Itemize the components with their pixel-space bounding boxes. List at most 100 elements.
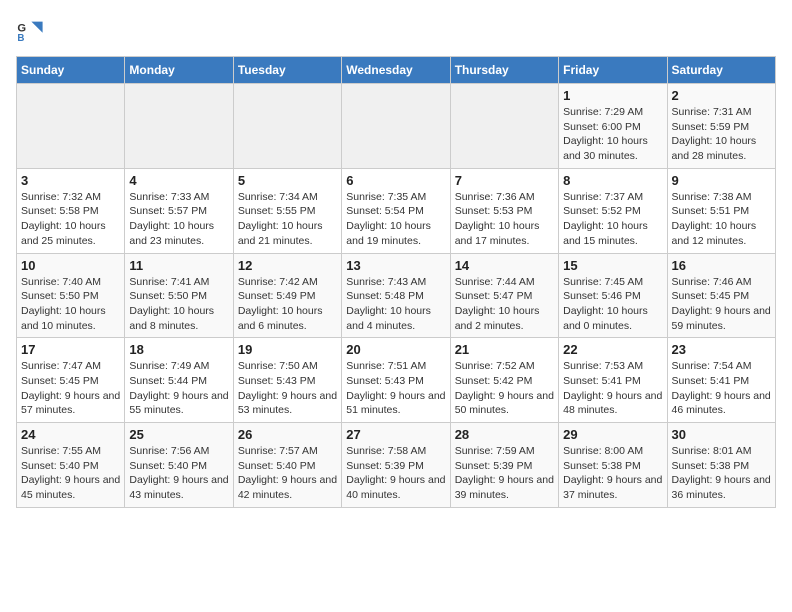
day-number: 20	[346, 342, 445, 357]
logo: G B	[16, 16, 48, 44]
day-number: 16	[672, 258, 771, 273]
calendar-cell: 24 Sunrise: 7:55 AM Sunset: 5:40 PM Dayli…	[17, 423, 125, 508]
calendar-cell: 19Sunrise: 7:50 AM Sunset: 5:43 PM Dayli…	[233, 338, 341, 423]
calendar-week-row: 1Sunrise: 7:29 AM Sunset: 6:00 PM Daylig…	[17, 84, 776, 169]
logo-icon: G B	[16, 16, 44, 44]
day-info: Sunrise: 7:57 AM Sunset: 5:40 PM Dayligh…	[238, 444, 337, 503]
day-number: 15	[563, 258, 662, 273]
day-info: Sunrise: 7:54 AM Sunset: 5:41 PM Dayligh…	[672, 359, 771, 418]
day-number: 7	[455, 173, 554, 188]
day-info: Sunrise: 7:34 AM Sunset: 5:55 PM Dayligh…	[238, 190, 337, 249]
column-header-saturday: Saturday	[667, 57, 775, 84]
day-info: Sunrise: 7:46 AM Sunset: 5:45 PM Dayligh…	[672, 275, 771, 334]
day-number: 29	[563, 427, 662, 442]
calendar-cell: 17Sunrise: 7:47 AM Sunset: 5:45 PM Dayli…	[17, 338, 125, 423]
day-number: 5	[238, 173, 337, 188]
calendar-cell: 5 Sunrise: 7:34 AM Sunset: 5:55 PM Daylig…	[233, 168, 341, 253]
calendar-cell: 22 Sunrise: 7:53 AM Sunset: 5:41 PM Dayli…	[559, 338, 667, 423]
calendar-cell: 11 Sunrise: 7:41 AM Sunset: 5:50 PM Dayli…	[125, 253, 233, 338]
day-number: 30	[672, 427, 771, 442]
day-number: 4	[129, 173, 228, 188]
day-info: Sunrise: 7:32 AM Sunset: 5:58 PM Dayligh…	[21, 190, 120, 249]
day-number: 6	[346, 173, 445, 188]
calendar-cell: 29 Sunrise: 8:00 AM Sunset: 5:38 PM Dayli…	[559, 423, 667, 508]
calendar-cell: 13 Sunrise: 7:43 AM Sunset: 5:48 PM Dayli…	[342, 253, 450, 338]
day-number: 2	[672, 88, 771, 103]
calendar-cell: 20 Sunrise: 7:51 AM Sunset: 5:43 PM Dayli…	[342, 338, 450, 423]
day-info: Sunrise: 8:00 AM Sunset: 5:38 PM Dayligh…	[563, 444, 662, 503]
day-number: 26	[238, 427, 337, 442]
day-info: Sunrise: 7:52 AM Sunset: 5:42 PM Dayligh…	[455, 359, 554, 418]
calendar-cell	[342, 84, 450, 169]
day-info: Sunrise: 7:53 AM Sunset: 5:41 PM Dayligh…	[563, 359, 662, 418]
calendar-cell: 16 Sunrise: 7:46 AM Sunset: 5:45 PM Dayli…	[667, 253, 775, 338]
day-number: 13	[346, 258, 445, 273]
calendar-cell: 2 Sunrise: 7:31 AM Sunset: 5:59 PM Daylig…	[667, 84, 775, 169]
day-info: Sunrise: 7:38 AM Sunset: 5:51 PM Dayligh…	[672, 190, 771, 249]
calendar-cell: 10Sunrise: 7:40 AM Sunset: 5:50 PM Dayli…	[17, 253, 125, 338]
day-number: 22	[563, 342, 662, 357]
day-number: 27	[346, 427, 445, 442]
calendar-cell: 3 Sunrise: 7:32 AM Sunset: 5:58 PM Daylig…	[17, 168, 125, 253]
column-header-tuesday: Tuesday	[233, 57, 341, 84]
column-header-thursday: Thursday	[450, 57, 558, 84]
column-header-sunday: Sunday	[17, 57, 125, 84]
calendar-week-row: 17Sunrise: 7:47 AM Sunset: 5:45 PM Dayli…	[17, 338, 776, 423]
day-info: Sunrise: 7:44 AM Sunset: 5:47 PM Dayligh…	[455, 275, 554, 334]
day-info: Sunrise: 7:37 AM Sunset: 5:52 PM Dayligh…	[563, 190, 662, 249]
calendar-cell: 15 Sunrise: 7:45 AM Sunset: 5:46 PM Dayli…	[559, 253, 667, 338]
day-number: 8	[563, 173, 662, 188]
day-info: Sunrise: 7:36 AM Sunset: 5:53 PM Dayligh…	[455, 190, 554, 249]
day-number: 25	[129, 427, 228, 442]
day-info: Sunrise: 7:47 AM Sunset: 5:45 PM Dayligh…	[21, 359, 120, 418]
day-number: 10	[21, 258, 120, 273]
calendar-week-row: 3 Sunrise: 7:32 AM Sunset: 5:58 PM Daylig…	[17, 168, 776, 253]
calendar-cell: 14Sunrise: 7:44 AM Sunset: 5:47 PM Dayli…	[450, 253, 558, 338]
day-number: 19	[238, 342, 337, 357]
calendar-cell: 4 Sunrise: 7:33 AM Sunset: 5:57 PM Daylig…	[125, 168, 233, 253]
column-header-friday: Friday	[559, 57, 667, 84]
calendar-cell: 8 Sunrise: 7:37 AM Sunset: 5:52 PM Daylig…	[559, 168, 667, 253]
day-number: 1	[563, 88, 662, 103]
day-info: Sunrise: 7:56 AM Sunset: 5:40 PM Dayligh…	[129, 444, 228, 503]
day-info: Sunrise: 7:49 AM Sunset: 5:44 PM Dayligh…	[129, 359, 228, 418]
calendar-cell: 1Sunrise: 7:29 AM Sunset: 6:00 PM Daylig…	[559, 84, 667, 169]
calendar-cell: 6 Sunrise: 7:35 AM Sunset: 5:54 PM Daylig…	[342, 168, 450, 253]
calendar-cell: 25 Sunrise: 7:56 AM Sunset: 5:40 PM Dayli…	[125, 423, 233, 508]
column-header-wednesday: Wednesday	[342, 57, 450, 84]
calendar-cell: 7 Sunrise: 7:36 AM Sunset: 5:53 PM Daylig…	[450, 168, 558, 253]
day-number: 9	[672, 173, 771, 188]
calendar-cell: 9 Sunrise: 7:38 AM Sunset: 5:51 PM Daylig…	[667, 168, 775, 253]
calendar-cell	[450, 84, 558, 169]
calendar-cell: 23Sunrise: 7:54 AM Sunset: 5:41 PM Dayli…	[667, 338, 775, 423]
day-info: Sunrise: 7:58 AM Sunset: 5:39 PM Dayligh…	[346, 444, 445, 503]
day-info: Sunrise: 7:59 AM Sunset: 5:39 PM Dayligh…	[455, 444, 554, 503]
day-info: Sunrise: 7:45 AM Sunset: 5:46 PM Dayligh…	[563, 275, 662, 334]
day-info: Sunrise: 7:43 AM Sunset: 5:48 PM Dayligh…	[346, 275, 445, 334]
day-info: Sunrise: 7:42 AM Sunset: 5:49 PM Dayligh…	[238, 275, 337, 334]
day-number: 3	[21, 173, 120, 188]
svg-text:B: B	[17, 33, 24, 44]
calendar-cell: 18 Sunrise: 7:49 AM Sunset: 5:44 PM Dayli…	[125, 338, 233, 423]
calendar-cell: 28Sunrise: 7:59 AM Sunset: 5:39 PM Dayli…	[450, 423, 558, 508]
calendar-cell: 12 Sunrise: 7:42 AM Sunset: 5:49 PM Dayli…	[233, 253, 341, 338]
calendar-cell	[233, 84, 341, 169]
calendar-cell: 30 Sunrise: 8:01 AM Sunset: 5:38 PM Dayli…	[667, 423, 775, 508]
day-info: Sunrise: 7:41 AM Sunset: 5:50 PM Dayligh…	[129, 275, 228, 334]
day-number: 12	[238, 258, 337, 273]
day-info: Sunrise: 7:35 AM Sunset: 5:54 PM Dayligh…	[346, 190, 445, 249]
day-info: Sunrise: 7:31 AM Sunset: 5:59 PM Dayligh…	[672, 105, 771, 164]
day-number: 21	[455, 342, 554, 357]
day-info: Sunrise: 7:51 AM Sunset: 5:43 PM Dayligh…	[346, 359, 445, 418]
page-header: G B	[16, 16, 776, 44]
day-number: 24	[21, 427, 120, 442]
calendar-header-row: SundayMondayTuesdayWednesdayThursdayFrid…	[17, 57, 776, 84]
day-number: 11	[129, 258, 228, 273]
calendar-cell: 26 Sunrise: 7:57 AM Sunset: 5:40 PM Dayli…	[233, 423, 341, 508]
day-number: 18	[129, 342, 228, 357]
calendar-table: SundayMondayTuesdayWednesdayThursdayFrid…	[16, 56, 776, 508]
calendar-week-row: 24 Sunrise: 7:55 AM Sunset: 5:40 PM Dayli…	[17, 423, 776, 508]
day-info: Sunrise: 8:01 AM Sunset: 5:38 PM Dayligh…	[672, 444, 771, 503]
day-info: Sunrise: 7:33 AM Sunset: 5:57 PM Dayligh…	[129, 190, 228, 249]
day-info: Sunrise: 7:55 AM Sunset: 5:40 PM Dayligh…	[21, 444, 120, 503]
